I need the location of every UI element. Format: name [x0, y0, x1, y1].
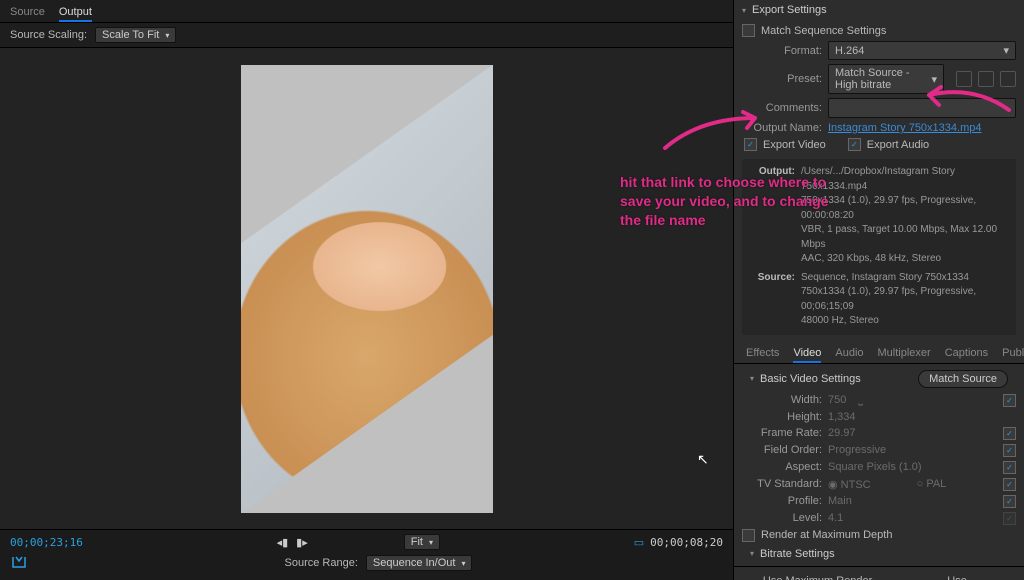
format-select[interactable]: H.264▾ — [828, 41, 1016, 60]
format-label: Format: — [742, 45, 822, 57]
tab-output[interactable]: Output — [59, 4, 92, 22]
tab-multiplexer[interactable]: Multiplexer — [878, 345, 931, 363]
profile-label: Profile: — [742, 495, 822, 507]
in-out-icon[interactable] — [10, 554, 28, 572]
duration-timecode: 00;00;08;20 — [650, 536, 723, 549]
annotation-arrow-right — [924, 80, 1014, 120]
source-scaling-label: Source Scaling: — [10, 29, 87, 41]
video-preview — [241, 65, 493, 513]
preview-area: hit that link to choose where to save yo… — [0, 48, 733, 529]
tv-label: TV Standard: — [742, 478, 822, 490]
render-max-depth-checkbox[interactable] — [742, 529, 755, 542]
width-match-checkbox[interactable] — [1003, 394, 1016, 407]
tab-publish[interactable]: Publish — [1002, 345, 1024, 363]
fieldorder-value[interactable]: Progressive — [828, 444, 886, 456]
level-label: Level: — [742, 512, 822, 524]
basic-video-header[interactable]: ▾Basic Video Settings Match Source — [742, 366, 1016, 392]
profile-match-checkbox[interactable] — [1003, 495, 1016, 508]
source-range-select[interactable]: Sequence In/Out▾ — [366, 555, 473, 571]
export-audio-label: Export Audio — [867, 139, 929, 151]
step-back-icon[interactable]: ◂▮ — [277, 536, 289, 549]
match-source-button[interactable]: Match Source — [918, 370, 1008, 388]
framerate-value[interactable]: 29.97 — [828, 427, 856, 439]
cursor-icon: ↖ — [697, 451, 709, 468]
render-max-depth-label: Render at Maximum Depth — [761, 529, 892, 541]
height-label: Height: — [742, 411, 822, 423]
framerate-label: Frame Rate: — [742, 427, 822, 439]
timeline-controls: 00;00;23;16 ◂▮ ▮▸ Fit▾ ▭ 00;00;08;20 Sou… — [0, 529, 733, 580]
level-value[interactable]: 4.1 — [828, 512, 843, 524]
playhead-timecode: 00;00;23;16 — [10, 536, 83, 549]
profile-value[interactable]: Main — [828, 495, 852, 507]
settings-tabs: Effects Video Audio Multiplexer Captions… — [734, 339, 1024, 364]
output-name-link[interactable]: Instagram Story 750x1334.mp4 — [828, 122, 981, 134]
aspect-value[interactable]: Square Pixels (1.0) — [828, 461, 922, 473]
chevron-down-icon: ▾ — [165, 31, 169, 40]
zoom-fit-select[interactable]: Fit▾ — [404, 534, 440, 550]
step-fwd-icon[interactable]: ▮▸ — [296, 536, 308, 549]
aspect-toggle-icon[interactable]: ▭ — [634, 536, 644, 549]
aspect-match-checkbox[interactable] — [1003, 461, 1016, 474]
fieldorder-label: Field Order: — [742, 444, 822, 456]
source-scaling-select[interactable]: Scale To Fit▾ — [95, 27, 176, 43]
tab-captions[interactable]: Captions — [945, 345, 988, 363]
preset-label: Preset: — [742, 73, 822, 85]
tv-pal-radio[interactable]: ○ PAL — [917, 478, 947, 490]
link-dims-icon[interactable]: ⎵ — [858, 394, 862, 407]
aspect-label: Aspect: — [742, 461, 822, 473]
match-sequence-checkbox[interactable] — [742, 24, 755, 37]
level-match-checkbox[interactable] — [1003, 512, 1016, 525]
export-video-label: Export Video — [763, 139, 826, 151]
tv-match-checkbox[interactable] — [1003, 478, 1016, 491]
tv-ntsc-radio[interactable]: ◉ NTSC — [828, 478, 871, 491]
max-quality-label: Use Maximum Render Quality — [763, 575, 909, 580]
tab-audio[interactable]: Audio — [835, 345, 863, 363]
tab-video[interactable]: Video — [793, 345, 821, 363]
preview-tabs: Source Output — [0, 0, 733, 23]
tab-source[interactable]: Source — [10, 4, 45, 22]
match-sequence-label: Match Sequence Settings — [761, 25, 886, 37]
width-label: Width: — [742, 394, 822, 406]
bitrate-header[interactable]: ▾Bitrate Settings — [742, 544, 1016, 564]
annotation-arrow-left — [660, 108, 760, 158]
height-value[interactable]: 1,334 — [828, 411, 856, 423]
width-value[interactable]: 750 — [828, 394, 846, 406]
use-previews-label: Use Previews — [947, 575, 1014, 580]
framerate-match-checkbox[interactable] — [1003, 427, 1016, 440]
source-range-label: Source Range: — [285, 557, 358, 569]
export-settings-header[interactable]: ▾Export Settings — [734, 0, 1024, 20]
tab-effects[interactable]: Effects — [746, 345, 779, 363]
export-audio-checkbox[interactable] — [848, 138, 861, 151]
annotation-text: hit that link to choose where to save yo… — [620, 173, 840, 230]
fieldorder-match-checkbox[interactable] — [1003, 444, 1016, 457]
